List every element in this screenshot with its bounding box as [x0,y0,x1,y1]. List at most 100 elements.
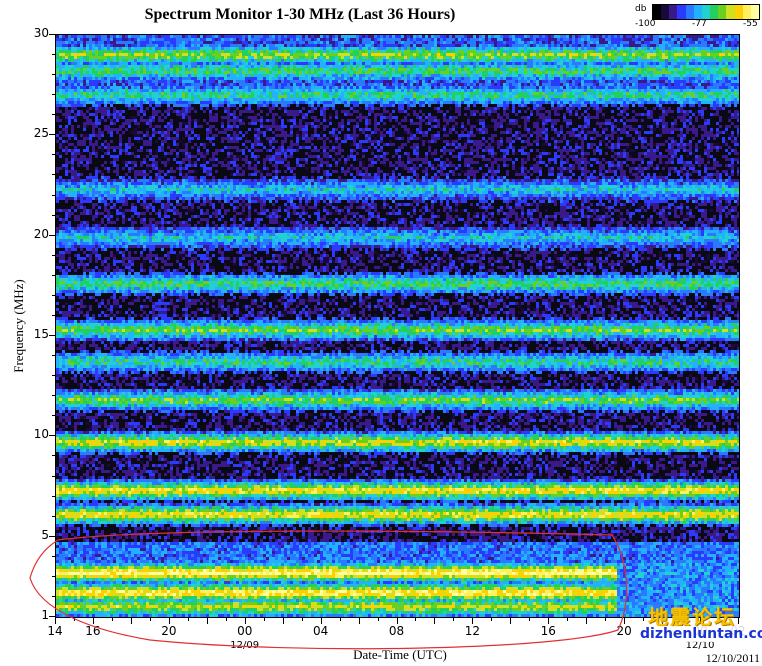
heat-cell [731,53,734,56]
heat-cell [473,35,476,38]
heat-cell [257,74,260,77]
heat-cell [434,77,437,80]
heat-cell [62,83,65,86]
heat-cell [482,74,485,77]
heat-cell [659,47,662,50]
heat-cell [68,74,71,77]
heat-cell [83,53,86,56]
heat-cell [455,47,458,50]
heat-cell [653,44,656,47]
heat-cell [71,50,74,53]
heat-cell [80,62,83,65]
heat-cell [476,77,479,80]
heat-cell [170,44,173,47]
heat-cell [113,47,116,50]
heat-cell [152,44,155,47]
heat-cell [641,83,644,86]
heat-cell [254,80,257,83]
heat-cell [266,59,269,62]
heat-cell [167,47,170,50]
heat-cell [239,86,242,89]
heat-cell [668,56,671,59]
heat-cell [68,53,71,56]
heat-cell [77,86,80,89]
heat-cell [92,47,95,50]
heat-cell [389,86,392,89]
heat-cell [707,62,710,65]
heat-cell [596,71,599,74]
heat-cell [278,38,281,41]
heat-cell [278,86,281,89]
heat-cell [332,77,335,80]
heat-cell [614,68,617,71]
heat-cell [500,41,503,44]
heat-cell [392,47,395,50]
heat-cell [287,68,290,71]
heat-cell [191,44,194,47]
heat-cell [164,68,167,71]
heat-cell [449,53,452,56]
heat-cell [482,47,485,50]
heat-cell [554,68,557,71]
heat-cell [311,83,314,86]
heat-cell [473,53,476,56]
heat-cell [518,65,521,68]
heat-cell [383,35,386,38]
heat-cell [83,59,86,62]
heat-cell [605,80,608,83]
heat-cell [164,80,167,83]
heat-cell [191,86,194,89]
heat-cell [449,86,452,89]
heat-cell [449,80,452,83]
heat-cell [89,50,92,53]
heat-cell [263,89,266,92]
heat-cell [176,53,179,56]
heat-cell [113,44,116,47]
heat-cell [230,83,233,86]
heat-cell [308,50,311,53]
heat-cell [629,65,632,68]
heat-cell [365,74,368,77]
heat-cell [380,44,383,47]
heat-cell [266,86,269,89]
heat-cell [461,38,464,41]
heat-cell [722,68,725,71]
heat-cell [404,47,407,50]
heat-cell [674,41,677,44]
heat-cell [434,62,437,65]
heat-cell [275,65,278,68]
heat-cell [338,62,341,65]
heat-cell [89,86,92,89]
heat-cell [119,65,122,68]
heat-cell [380,86,383,89]
heat-cell [392,53,395,56]
heat-cell [566,74,569,77]
heat-cell [164,83,167,86]
heat-cell [659,65,662,68]
heat-cell [404,62,407,65]
heat-cell [734,65,737,68]
heat-cell [182,56,185,59]
heat-cell [722,44,725,47]
heat-cell [182,47,185,50]
heat-cell [380,80,383,83]
heat-cell [533,65,536,68]
heat-cell [344,38,347,41]
heat-cell [161,44,164,47]
heat-cell [128,89,131,92]
heat-cell [263,38,266,41]
heat-cell [176,35,179,38]
heat-cell [695,83,698,86]
heat-cell [659,68,662,71]
heat-cell [248,35,251,38]
heat-cell [737,56,739,59]
heat-cell [218,86,221,89]
heat-cell [314,74,317,77]
heat-cell [662,35,665,38]
heat-cell [515,77,518,80]
heat-cell [101,83,104,86]
heat-cell [323,68,326,71]
heat-cell [722,74,725,77]
heat-cell [113,71,116,74]
heat-cell [464,53,467,56]
